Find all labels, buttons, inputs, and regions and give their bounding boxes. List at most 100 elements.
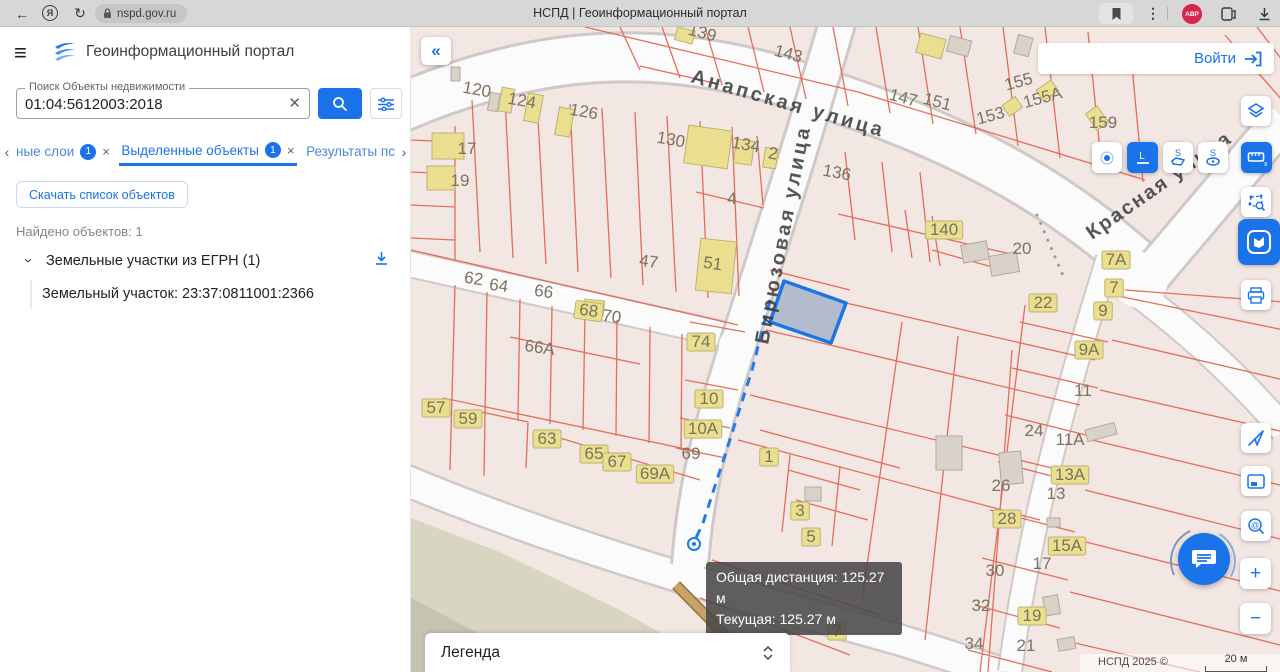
overview-map-icon bbox=[1247, 474, 1265, 489]
login-icon bbox=[1244, 51, 1262, 67]
tab-close-icon[interactable]: × bbox=[287, 143, 295, 158]
at-search-icon: @ bbox=[1247, 517, 1265, 535]
sidebar-tabs: ‹ ные слои 1 × Выделенные объекты 1 × Результа… bbox=[0, 137, 411, 166]
search-button[interactable] bbox=[318, 88, 362, 119]
download-icon bbox=[1258, 7, 1271, 21]
svg-text:x: x bbox=[1264, 161, 1267, 167]
search-field[interactable]: Поиск Объекты недвижимости ✕ bbox=[16, 88, 310, 119]
tabs-list: ные слои 1 × Выделенные объекты 1 × Результаты… bbox=[14, 137, 397, 166]
measure-area-button[interactable]: S bbox=[1163, 142, 1193, 173]
sidebar-header: ≡ Геоинформационный портал bbox=[0, 37, 410, 71]
polygon-search-icon bbox=[1247, 193, 1266, 212]
browser-panels-icon[interactable] bbox=[1218, 0, 1238, 27]
tabs-scroll-left-icon[interactable]: ‹ bbox=[0, 144, 14, 160]
login-bar[interactable]: Войти bbox=[1038, 43, 1274, 74]
address-bar[interactable]: nspd.gov.ru bbox=[95, 4, 187, 23]
expand-collapse-icon[interactable] bbox=[762, 645, 774, 661]
browser-back-icon[interactable]: ← bbox=[12, 0, 32, 27]
measure-ellipse-button[interactable]: S bbox=[1198, 142, 1228, 173]
sliders-icon bbox=[378, 97, 394, 111]
scale-label: 20 м bbox=[1225, 653, 1248, 665]
my-location-button[interactable] bbox=[1241, 423, 1271, 453]
clear-search-icon[interactable]: ✕ bbox=[288, 94, 301, 112]
coordinate-search-button[interactable]: @ bbox=[1241, 511, 1271, 541]
abp-label: ABP bbox=[1185, 11, 1199, 18]
spatial-search-button[interactable] bbox=[1241, 187, 1271, 217]
download-icon bbox=[374, 251, 389, 267]
ruler-close-icon: x bbox=[1247, 149, 1267, 167]
svg-text:S: S bbox=[1210, 148, 1216, 158]
chat-icon bbox=[1191, 547, 1217, 571]
tab-badge: 1 bbox=[80, 144, 96, 160]
nspd-logo bbox=[52, 39, 78, 70]
search-input[interactable] bbox=[23, 90, 277, 119]
browser-download-icon[interactable] bbox=[1254, 0, 1274, 27]
results-group-row[interactable]: › Земельные участки из ЕГРН (1) bbox=[0, 250, 411, 274]
chrome-divider bbox=[1167, 7, 1168, 20]
browser-chrome: ← Я ↻ nspd.gov.ru НСПД | Геоинформационн… bbox=[0, 0, 1280, 27]
results-group-title: Земельные участки из ЕГРН (1) bbox=[46, 253, 260, 269]
browser-refresh-icon[interactable]: ↻ bbox=[70, 0, 90, 27]
layers-button[interactable] bbox=[1241, 96, 1271, 126]
legend-label: Легенда bbox=[441, 644, 500, 662]
page-title: НСПД | Геоинформационный портал bbox=[300, 0, 980, 27]
point-icon bbox=[1099, 150, 1115, 166]
area-icon: S bbox=[1168, 148, 1188, 168]
tab-label: ные слои bbox=[16, 144, 74, 159]
distance-current: Текущая: 125.27 м bbox=[716, 609, 892, 630]
bookmark-button[interactable] bbox=[1099, 3, 1133, 24]
search-filters-button[interactable] bbox=[370, 88, 402, 119]
overview-map-button[interactable] bbox=[1241, 466, 1271, 496]
search-icon bbox=[332, 96, 348, 112]
chat-button[interactable] bbox=[1178, 533, 1230, 585]
result-item[interactable]: Земельный участок: 23:37:0811001:2366 bbox=[30, 280, 402, 308]
tabs-scroll-right-icon[interactable]: › bbox=[397, 144, 411, 160]
scale-bar bbox=[1205, 666, 1267, 672]
map-scale: 20 м bbox=[1205, 653, 1267, 672]
group-download-button[interactable] bbox=[374, 251, 389, 272]
map-fold-icon bbox=[1246, 229, 1272, 255]
tab-close-icon[interactable]: × bbox=[102, 144, 110, 159]
measure-length-button[interactable]: L bbox=[1127, 142, 1158, 173]
layers-icon bbox=[1247, 102, 1265, 120]
legend-bar[interactable]: Легенда bbox=[425, 633, 790, 672]
map-attribution: НСПД 2025 © bbox=[1098, 656, 1168, 668]
found-objects-count: Найдено объектов: 1 bbox=[16, 224, 143, 239]
browser-menu-icon[interactable]: ⋮ bbox=[1146, 0, 1160, 27]
navigation-arrow-icon bbox=[1247, 429, 1265, 447]
download-object-list-button[interactable]: Скачать список объектов bbox=[16, 181, 188, 208]
sidebar-tab-2[interactable]: Результаты пс bbox=[304, 137, 397, 166]
svg-text:@: @ bbox=[1251, 521, 1259, 530]
distance-total: Общая дистанция: 125.27 м bbox=[716, 567, 892, 609]
printer-icon bbox=[1247, 287, 1265, 304]
measure-close-button[interactable]: x bbox=[1241, 142, 1272, 173]
collapse-sidebar-button[interactable]: « bbox=[421, 37, 451, 65]
login-label: Войти bbox=[1194, 50, 1236, 67]
svg-text:L: L bbox=[1139, 151, 1145, 162]
app-title: Геоинформационный портал bbox=[86, 43, 294, 61]
distance-tooltip: Общая дистанция: 125.27 м Текущая: 125.2… bbox=[706, 562, 902, 635]
hamburger-menu-icon[interactable]: ≡ bbox=[14, 39, 27, 67]
browser-logo-icon[interactable]: Я bbox=[42, 5, 58, 21]
panels-icon bbox=[1221, 7, 1236, 21]
length-icon: L bbox=[1134, 149, 1152, 167]
chevron-down-icon[interactable]: › bbox=[20, 258, 37, 263]
zoom-out-button[interactable]: − bbox=[1240, 603, 1271, 634]
print-button[interactable] bbox=[1241, 280, 1271, 310]
measurement-endpoint[interactable] bbox=[688, 538, 700, 550]
tab-label: Выделенные объекты bbox=[121, 143, 259, 158]
svg-text:S: S bbox=[1175, 148, 1181, 158]
lock-icon bbox=[103, 8, 112, 19]
url-text: nspd.gov.ru bbox=[117, 8, 176, 20]
tab-label: Результаты пс bbox=[306, 144, 395, 159]
browser-logo-letter: Я bbox=[47, 8, 53, 18]
sidebar-tab-0[interactable]: ные слои 1 × bbox=[14, 137, 112, 166]
active-map-tool-button[interactable] bbox=[1238, 219, 1280, 265]
sidebar-panel: ≡ Геоинформационный портал Поиск Объекты… bbox=[0, 27, 411, 672]
measure-point-button[interactable] bbox=[1092, 142, 1122, 173]
bookmark-icon bbox=[1111, 7, 1122, 21]
tab-badge: 1 bbox=[265, 142, 281, 158]
zoom-in-button[interactable]: + bbox=[1240, 558, 1271, 589]
adblock-extension-icon[interactable]: ABP bbox=[1182, 4, 1202, 24]
sidebar-tab-1[interactable]: Выделенные объекты 1 × bbox=[119, 137, 296, 166]
